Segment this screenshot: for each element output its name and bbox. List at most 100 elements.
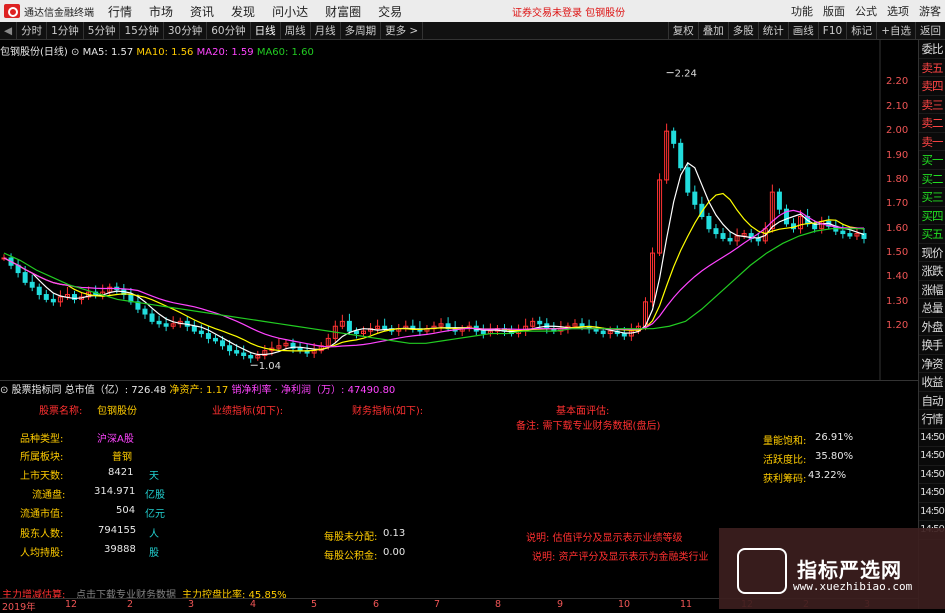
candle-body[interactable] — [191, 325, 197, 332]
candle-body[interactable] — [685, 167, 691, 193]
side-item[interactable]: 委比 — [919, 40, 945, 59]
side-item[interactable]: 卖四 — [919, 77, 945, 96]
candle-body[interactable] — [156, 320, 162, 325]
candle-body[interactable] — [163, 323, 169, 327]
candle-body[interactable] — [600, 330, 606, 335]
side-item[interactable]: 买二 — [919, 170, 945, 188]
period-60min[interactable]: 60分钟 — [207, 21, 251, 40]
period-30min[interactable]: 30分钟 — [164, 21, 208, 40]
menu-function[interactable]: 功能 — [791, 3, 813, 19]
period-monthly[interactable]: 月线 — [311, 21, 341, 40]
menu-news[interactable]: 资讯 — [190, 3, 214, 20]
period-daily[interactable]: 日线 — [251, 21, 281, 40]
menu-market[interactable]: 市场 — [149, 3, 173, 20]
period-15min[interactable]: 15分钟 — [120, 21, 164, 40]
side-item[interactable]: 现价 — [919, 244, 945, 262]
side-item[interactable]: 涨跌 — [919, 262, 945, 281]
menu-guest[interactable]: 游客 — [919, 3, 941, 19]
candle-body[interactable] — [727, 237, 733, 242]
candle-body[interactable] — [713, 228, 719, 235]
candle-body[interactable] — [678, 142, 684, 169]
btn-overlay[interactable]: 叠加 — [697, 22, 728, 40]
side-item[interactable]: 14:50 — [919, 466, 945, 484]
side-item[interactable]: 总量 — [919, 299, 945, 318]
candle-body[interactable] — [234, 350, 240, 354]
side-item[interactable]: 14:50 — [919, 429, 945, 447]
side-item[interactable]: 净资 — [919, 355, 945, 373]
candle-body[interactable] — [621, 333, 627, 337]
period-weekly[interactable]: 周线 — [281, 21, 311, 40]
candle-body[interactable] — [248, 354, 254, 359]
legend-settings-icon[interactable]: ⊙ — [71, 47, 83, 58]
btn-restore-rights[interactable]: 复权 — [667, 22, 698, 40]
menu-formula[interactable]: 公式 — [855, 3, 877, 19]
candle-body[interactable] — [537, 320, 543, 325]
btn-mark[interactable]: 标记 — [846, 22, 876, 40]
candle-body[interactable] — [220, 340, 226, 347]
candle-body[interactable] — [382, 325, 388, 330]
side-item[interactable]: 卖三 — [919, 96, 945, 114]
btn-multi-stock[interactable]: 多股 — [727, 22, 758, 40]
candle-body[interactable] — [142, 308, 148, 315]
side-item[interactable]: 卖五 — [919, 59, 945, 77]
period-1min[interactable]: 1分钟 — [47, 21, 84, 40]
candle-body[interactable] — [346, 320, 352, 332]
candle-body[interactable] — [706, 216, 712, 230]
period-multi[interactable]: 多周期 — [341, 21, 382, 40]
candle-body[interactable] — [692, 191, 698, 205]
candle-body[interactable] — [205, 333, 211, 339]
period-5min[interactable]: 5分钟 — [84, 21, 121, 40]
side-item[interactable]: 14:50 — [919, 503, 945, 521]
menu-layout[interactable]: 版面 — [823, 3, 845, 19]
btn-statistics[interactable]: 统计 — [757, 22, 788, 40]
period-more[interactable]: 更多 > — [381, 21, 424, 40]
kline-chart[interactable]: 2.24 1.04 — [0, 40, 918, 380]
menu-options[interactable]: 选项 — [887, 3, 909, 19]
candle-body[interactable] — [720, 233, 726, 239]
btn-draw-line[interactable]: 画线 — [787, 22, 818, 40]
side-item[interactable]: 自动 — [919, 392, 945, 410]
period-timeline[interactable]: 分时 — [17, 21, 48, 40]
back-arrow-icon[interactable]: ◀ — [0, 21, 18, 40]
candle-body[interactable] — [43, 294, 49, 300]
menu-ask[interactable]: 问小达 — [272, 3, 308, 20]
candle-body[interactable] — [755, 237, 761, 242]
menu-discover[interactable]: 发现 — [231, 3, 255, 20]
btn-return[interactable]: 返回 — [915, 22, 945, 40]
side-item[interactable]: 外盘 — [919, 318, 945, 336]
candle-body[interactable] — [579, 323, 585, 327]
side-item[interactable]: 买一 — [919, 151, 945, 170]
side-item[interactable]: 14:50 — [919, 484, 945, 503]
side-item[interactable]: 买五 — [919, 225, 945, 244]
candle-body[interactable] — [212, 337, 218, 342]
menu-trade[interactable]: 交易 — [378, 3, 402, 20]
candle-body[interactable] — [671, 130, 677, 144]
side-item[interactable]: 卖二 — [919, 114, 945, 133]
candle-body[interactable] — [227, 345, 233, 352]
candle-body[interactable] — [22, 272, 28, 283]
btn-f10[interactable]: F10 — [817, 22, 846, 40]
candle-body[interactable] — [29, 281, 35, 288]
candle-body[interactable] — [776, 191, 782, 210]
side-item[interactable]: 行情 — [919, 410, 945, 429]
candle-body[interactable] — [241, 352, 247, 356]
candle-body[interactable] — [480, 330, 486, 335]
candle-body[interactable] — [198, 330, 204, 335]
candle-body[interactable] — [36, 286, 42, 296]
login-status[interactable]: 证券交易未登录 包钢股份 — [512, 4, 625, 19]
side-item[interactable]: 14:50 — [919, 447, 945, 466]
candle-body[interactable] — [50, 298, 56, 303]
side-item[interactable]: 卖一 — [919, 133, 945, 151]
side-item[interactable]: 涨幅 — [919, 281, 945, 299]
candle-body[interactable] — [847, 233, 853, 237]
candle-body[interactable] — [297, 347, 303, 352]
side-item[interactable]: 买四 — [919, 207, 945, 225]
candle-body[interactable] — [149, 313, 155, 322]
candle-body[interactable] — [353, 330, 359, 335]
menu-wealth[interactable]: 财富圈 — [325, 3, 361, 20]
candle-body[interactable] — [840, 230, 846, 235]
menu-quotes[interactable]: 行情 — [108, 3, 132, 20]
side-item[interactable]: 收益 — [919, 373, 945, 392]
side-item[interactable]: 换手 — [919, 336, 945, 355]
side-item[interactable]: 买三 — [919, 188, 945, 207]
